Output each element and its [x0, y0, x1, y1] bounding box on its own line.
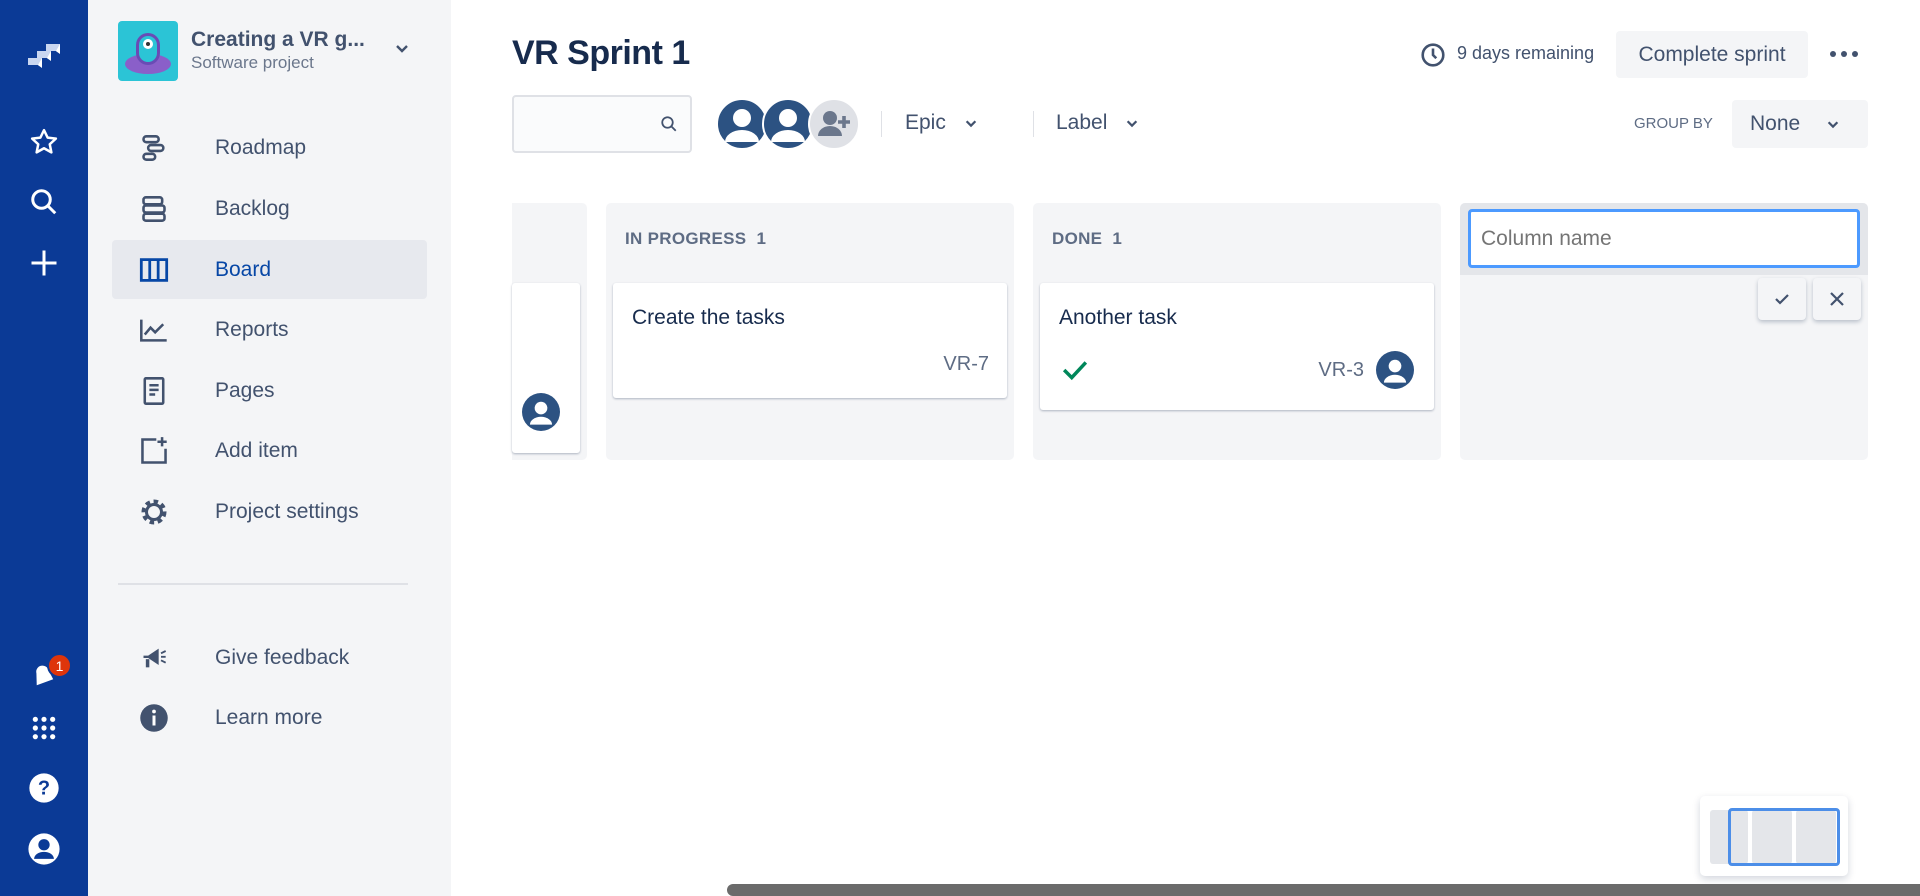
- minimap-viewport[interactable]: [1728, 808, 1840, 866]
- project-name[interactable]: Creating a VR g...: [191, 28, 365, 52]
- issue-key[interactable]: VR-3: [1318, 359, 1364, 382]
- give-feedback-link[interactable]: Give feedback: [112, 628, 427, 687]
- notifications-bell-icon[interactable]: 1: [24, 653, 72, 696]
- user-avatar-1[interactable]: [716, 98, 768, 150]
- profile-avatar-icon[interactable]: [24, 829, 64, 869]
- column-count: 1: [1112, 229, 1123, 248]
- search-input[interactable]: [512, 95, 692, 153]
- global-navigation: 1 ?: [0, 0, 88, 896]
- column-header: IN PROGRESS 1: [625, 229, 767, 248]
- megaphone-icon: [136, 644, 172, 672]
- card-title: Another task: [1059, 306, 1177, 329]
- check-icon: [1775, 294, 1789, 305]
- close-icon: [1830, 292, 1844, 306]
- chevron-down-icon: [965, 120, 977, 128]
- create-plus-icon[interactable]: [24, 243, 64, 283]
- sidebar-item-label: Reports: [215, 317, 289, 341]
- issue-card[interactable]: Create the tasks VR-7: [613, 283, 1007, 398]
- learn-more-link[interactable]: Learn more: [112, 688, 427, 747]
- confirm-button[interactable]: [1758, 278, 1806, 320]
- board-column-in-progress: IN PROGRESS 1 Create the tasks VR-7: [606, 203, 1014, 460]
- sidebar-item-label: Backlog: [215, 196, 290, 220]
- app-switcher-icon[interactable]: [24, 708, 64, 748]
- done-check-icon: [1062, 361, 1088, 381]
- help-icon[interactable]: ?: [24, 768, 64, 808]
- project-type: Software project: [191, 53, 314, 72]
- epic-filter-label: Epic: [905, 111, 946, 134]
- sidebar-item-label: Roadmap: [215, 135, 307, 159]
- board-column-done: DONE 1 Another task VR-3: [1033, 203, 1441, 460]
- gear-icon: [136, 497, 172, 527]
- group-by-label: GROUP BY: [1634, 115, 1713, 132]
- add-people-icon[interactable]: [808, 98, 860, 150]
- chevron-down-icon: [1828, 121, 1839, 129]
- column-name-input[interactable]: [1468, 209, 1860, 268]
- sidebar-item-label: Add item: [215, 438, 298, 462]
- sidebar-item-board[interactable]: Board: [112, 240, 427, 299]
- issue-card[interactable]: Another task VR-3: [1040, 283, 1434, 410]
- issue-key[interactable]: VR-7: [943, 353, 989, 376]
- sidebar-item-add-item[interactable]: Add item: [112, 421, 427, 480]
- sidebar-item-label: Board: [215, 257, 272, 281]
- jira-logo-icon[interactable]: [24, 38, 64, 78]
- sidebar-item-label: Project settings: [215, 499, 359, 523]
- sidebar-item-reports[interactable]: Reports: [112, 300, 427, 359]
- svg-text:?: ?: [38, 778, 50, 800]
- chevron-down-icon[interactable]: [394, 40, 410, 61]
- board-minimap[interactable]: [1700, 796, 1848, 876]
- search-icon: [661, 116, 677, 132]
- card-partial[interactable]: [512, 283, 580, 453]
- search-icon[interactable]: [24, 182, 64, 222]
- star-icon[interactable]: [24, 122, 64, 162]
- card-title: Create the tasks: [632, 306, 785, 329]
- user-avatar-2[interactable]: [762, 98, 814, 150]
- assignee-avatar-icon: [522, 393, 560, 431]
- board-column-new: [1460, 203, 1868, 460]
- info-icon: [136, 703, 172, 733]
- sidebar-item-label: Learn more: [215, 705, 323, 729]
- sidebar-item-roadmap[interactable]: Roadmap: [112, 118, 427, 177]
- reports-icon: [136, 316, 172, 344]
- pages-icon: [136, 376, 172, 406]
- label-filter[interactable]: Label: [1056, 111, 1139, 135]
- column-count: 1: [756, 229, 767, 248]
- column-header: DONE 1: [1052, 229, 1123, 248]
- sprint-remaining: 9 days remaining: [1457, 43, 1595, 63]
- page-title: VR Sprint 1: [512, 34, 690, 72]
- group-by-select[interactable]: None: [1732, 100, 1868, 148]
- backlog-icon: [136, 195, 172, 223]
- label-filter-label: Label: [1056, 111, 1108, 134]
- sidebar-item-label: Give feedback: [215, 645, 350, 669]
- project-sidebar: Creating a VR g... Software project Road…: [88, 0, 451, 896]
- group-by-value: None: [1750, 112, 1801, 135]
- sidebar-item-pages[interactable]: Pages: [112, 361, 427, 420]
- clock-icon: [1420, 42, 1446, 73]
- complete-sprint-button[interactable]: Complete sprint: [1616, 31, 1808, 78]
- board-icon: [136, 256, 172, 284]
- notification-badge: 1: [47, 653, 72, 678]
- sidebar-item-backlog[interactable]: Backlog: [112, 179, 427, 238]
- cancel-button[interactable]: [1813, 278, 1861, 320]
- sidebar-divider: [118, 583, 408, 585]
- roadmap-icon: [136, 134, 172, 162]
- chevron-down-icon: [1127, 120, 1138, 128]
- sidebar-item-label: Pages: [215, 378, 275, 402]
- sidebar-item-project-settings[interactable]: Project settings: [112, 482, 427, 541]
- filter-divider: [1033, 111, 1034, 137]
- epic-filter[interactable]: Epic: [905, 111, 978, 135]
- project-avatar: [118, 21, 178, 81]
- horizontal-scrollbar[interactable]: [727, 884, 1920, 896]
- more-options-icon[interactable]: [1826, 42, 1862, 66]
- add-item-icon: [136, 436, 172, 466]
- filter-divider: [881, 111, 882, 137]
- board-column-partial: [512, 203, 587, 460]
- assignee-avatar-icon[interactable]: [1376, 351, 1414, 389]
